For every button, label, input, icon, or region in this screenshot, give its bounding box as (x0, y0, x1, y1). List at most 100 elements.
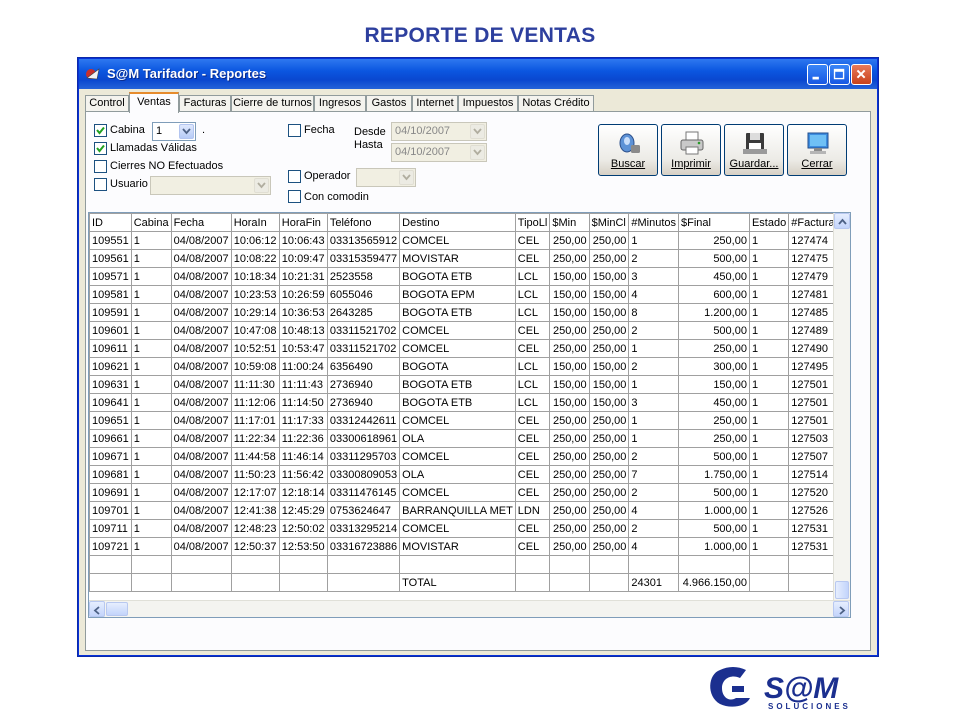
operador-checkbox[interactable] (288, 170, 301, 183)
guardar-button[interactable]: Guardar... (724, 124, 784, 176)
column-header[interactable]: $Min (549, 213, 590, 232)
table-row[interactable]: 109721 1 04/08/2007 12:50:37 12:53:50 0331672… (89, 537, 850, 556)
tab-facturas[interactable]: Facturas (179, 95, 231, 112)
table-cell: 109661 (89, 429, 132, 448)
cabina-checkbox[interactable] (94, 124, 107, 137)
column-header[interactable]: Estado (748, 213, 790, 232)
column-header[interactable]: TipoLl (514, 213, 551, 232)
table-cell: 1.200,00 (678, 303, 750, 322)
table-row[interactable]: 109711 1 04/08/2007 12:48:23 12:50:02 0331329… (89, 519, 850, 538)
table-cell: 1.000,00 (678, 537, 750, 556)
cierres-checkbox[interactable] (94, 160, 107, 173)
table-cell (748, 555, 790, 574)
usuario-dropdown-button[interactable] (254, 178, 269, 193)
buscar-button[interactable]: Buscar (598, 124, 658, 176)
table-cell: 1 (130, 483, 172, 502)
table-cell: 250,00 (549, 537, 590, 556)
table-row[interactable]: 109691 1 04/08/2007 12:17:07 12:18:14 0331147… (89, 483, 850, 502)
column-header[interactable]: Destino (399, 213, 516, 232)
tab-internet[interactable]: Internet (412, 95, 458, 112)
table-row[interactable]: 109551 1 04/08/2007 10:06:12 10:06:43 0331356… (89, 231, 850, 250)
table-row[interactable]: 109701 1 04/08/2007 12:41:38 12:45:29 0753624… (89, 501, 850, 520)
scroll-left-button[interactable] (89, 601, 105, 617)
table-cell: 109561 (89, 249, 132, 268)
column-header[interactable]: Cabina (130, 213, 172, 232)
imprimir-button[interactable]: Imprimir (661, 124, 721, 176)
operador-dropdown-button[interactable] (399, 170, 414, 185)
table-row[interactable]: 109581 1 04/08/2007 10:23:53 10:26:59 6055046… (89, 285, 850, 304)
tab-control[interactable]: Control (85, 95, 129, 112)
scroll-right-button[interactable] (833, 601, 849, 617)
table-row[interactable]: 109621 1 04/08/2007 10:59:08 11:00:24 6356490… (89, 357, 850, 376)
printer-icon (680, 131, 704, 155)
table-row[interactable]: 109681 1 04/08/2007 11:50:23 11:56:42 0330080… (89, 465, 850, 484)
column-header[interactable]: Fecha (170, 213, 232, 232)
table-cell: COMCEL (399, 483, 516, 502)
column-header[interactable]: HoraFin (278, 213, 328, 232)
column-header[interactable]: HoraIn (230, 213, 280, 232)
column-header[interactable]: $MinCl (588, 213, 630, 232)
guardar-label: Guardar... (729, 158, 779, 170)
table-cell: 500,00 (678, 321, 750, 340)
table-cell: 1 (130, 249, 172, 268)
table-row[interactable]: 109641 1 04/08/2007 11:12:06 11:14:50 2736940… (89, 393, 850, 412)
chevron-down-icon (182, 128, 191, 135)
table-cell: 11:11:30 (230, 375, 280, 394)
table-row[interactable]: 109571 1 04/08/2007 10:18:34 10:21:31 2523558… (89, 267, 850, 286)
tab-notas-credito[interactable]: Notas Crédito (518, 95, 594, 112)
table-cell: 11:11:43 (278, 375, 328, 394)
table-cell: 1 (748, 411, 790, 430)
table-cell (588, 555, 630, 574)
table-row[interactable]: 109601 1 04/08/2007 10:47:08 10:48:13 0331152… (89, 321, 850, 340)
hasta-date-picker[interactable]: 04/10/2007 (391, 143, 487, 162)
llamadas-validas-checkbox[interactable] (94, 142, 107, 155)
column-header[interactable]: #Minutos (628, 213, 680, 232)
column-header[interactable]: ID (89, 213, 132, 232)
tab-impuestos[interactable]: Impuestos (458, 95, 518, 112)
cabina-dropdown-button[interactable] (179, 124, 194, 139)
desde-dropdown-button[interactable] (470, 124, 485, 139)
tab-gastos[interactable]: Gastos (366, 95, 412, 112)
close-window-button[interactable] (851, 64, 872, 85)
maximize-button[interactable] (829, 64, 850, 85)
comodin-checkbox[interactable] (288, 190, 301, 203)
cierres-label: Cierres NO Efectuados (110, 160, 224, 172)
table-cell: 1 (628, 411, 680, 430)
table-cell: LDN (514, 501, 551, 520)
tab-ventas[interactable]: Ventas (129, 92, 179, 113)
table-header-row: ID Cabina Fecha HoraIn HoraFin Teléfono Destin… (89, 213, 850, 232)
fecha-checkbox[interactable] (288, 124, 301, 137)
table-row[interactable]: 109651 1 04/08/2007 11:17:01 11:17:33 0331244… (89, 411, 850, 430)
table-row[interactable]: 109561 1 04/08/2007 10:08:22 10:09:47 0331535… (89, 249, 850, 268)
column-header[interactable]: #Factura (788, 213, 839, 232)
table-cell: 109641 (89, 393, 132, 412)
usuario-checkbox[interactable] (94, 178, 107, 191)
column-header[interactable]: Teléfono (326, 213, 401, 232)
horizontal-scrollbar[interactable] (89, 600, 850, 617)
vertical-scrollbar[interactable] (833, 213, 850, 602)
cerrar-button[interactable]: Cerrar (787, 124, 847, 176)
minimize-button[interactable] (807, 64, 828, 85)
cabina-select[interactable]: 1 (152, 122, 196, 141)
table-row[interactable]: 109591 1 04/08/2007 10:29:14 10:36:53 2643285… (89, 303, 850, 322)
horizontal-scroll-thumb[interactable] (106, 602, 128, 616)
table-cell (399, 555, 516, 574)
table-row[interactable]: 109671 1 04/08/2007 11:44:58 11:46:14 0331129… (89, 447, 850, 466)
desde-date-picker[interactable]: 04/10/2007 (391, 122, 487, 141)
operador-select[interactable] (356, 168, 416, 187)
vertical-scroll-thumb[interactable] (835, 581, 849, 599)
column-header[interactable]: $Final (678, 213, 750, 232)
table-cell: 6356490 (326, 357, 401, 376)
table-cell: 109581 (89, 285, 132, 304)
usuario-select[interactable] (150, 176, 271, 195)
table-row[interactable]: 109611 1 04/08/2007 10:52:51 10:53:47 0331152… (89, 339, 850, 358)
table-cell: 10:21:31 (278, 267, 328, 286)
title-bar[interactable]: S@M Tarifador - Reportes (79, 59, 877, 89)
table-row[interactable]: 109661 1 04/08/2007 11:22:34 11:22:36 0330061… (89, 429, 850, 448)
tab-cierre-de-turnos[interactable]: Cierre de turnos (231, 95, 314, 112)
table-cell: 127490 (788, 339, 839, 358)
table-row[interactable]: 109631 1 04/08/2007 11:11:30 11:11:43 2736940… (89, 375, 850, 394)
scroll-up-button[interactable] (834, 213, 850, 229)
hasta-dropdown-button[interactable] (470, 145, 485, 160)
tab-ingresos[interactable]: Ingresos (314, 95, 366, 112)
